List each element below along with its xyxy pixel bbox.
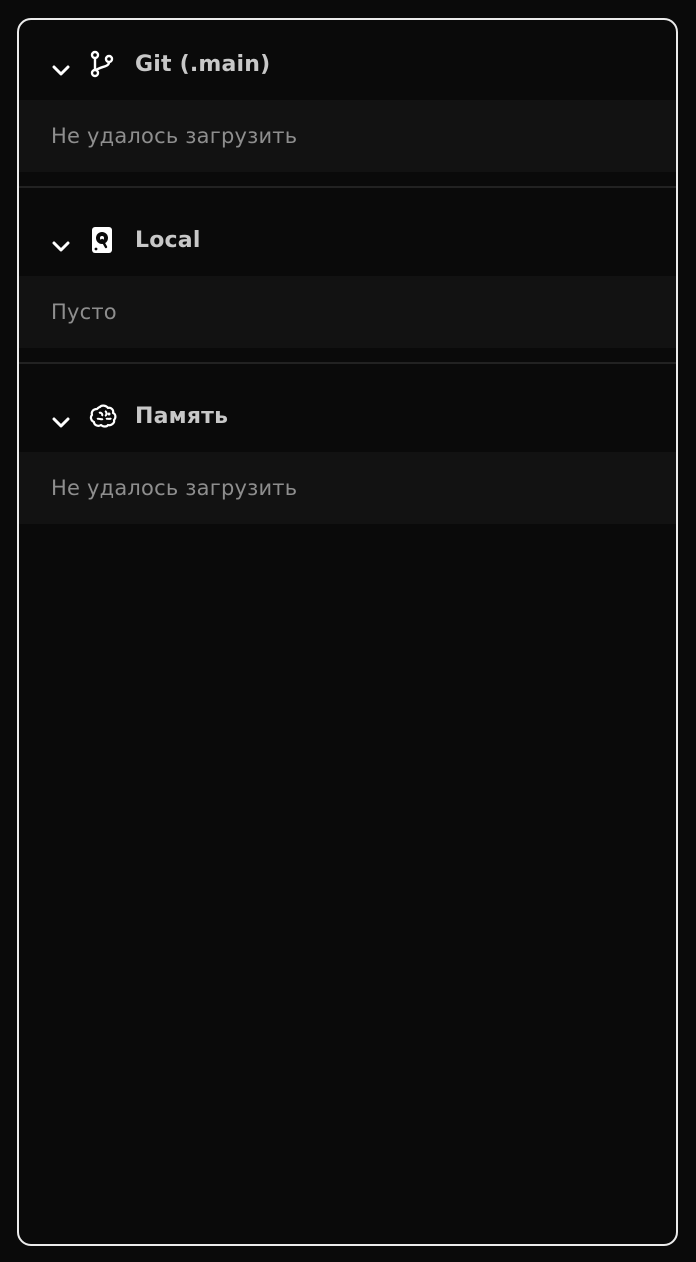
section-git: Git (.main) Не удалось загрузить (19, 28, 676, 188)
chevron-down-icon[interactable] (51, 241, 71, 253)
section-memory-body: Не удалось загрузить (19, 452, 676, 524)
section-local: Local Пусто (19, 204, 676, 364)
section-memory-status: Не удалось загрузить (51, 476, 298, 500)
section-divider (19, 172, 676, 188)
section-memory: Память Не удалось загрузить (19, 380, 676, 524)
chevron-down-icon[interactable] (51, 65, 71, 77)
git-branch-icon (90, 50, 114, 78)
section-local-status: Пусто (51, 300, 117, 324)
hard-drive-icon (92, 227, 112, 253)
section-git-title: Git (.main) (135, 51, 271, 77)
section-divider (19, 348, 676, 364)
section-local-body: Пусто (19, 276, 676, 348)
brain-icon (89, 404, 117, 428)
section-local-title: Local (135, 227, 201, 253)
sidebar-panel: Git (.main) Не удалось загрузить Local П… (17, 18, 678, 1246)
section-memory-title: Память (135, 403, 229, 429)
chevron-down-icon[interactable] (51, 417, 71, 429)
section-git-status: Не удалось загрузить (51, 124, 298, 148)
section-memory-header[interactable]: Память (19, 380, 676, 452)
section-git-header[interactable]: Git (.main) (19, 28, 676, 100)
section-git-body: Не удалось загрузить (19, 100, 676, 172)
section-local-header[interactable]: Local (19, 204, 676, 276)
